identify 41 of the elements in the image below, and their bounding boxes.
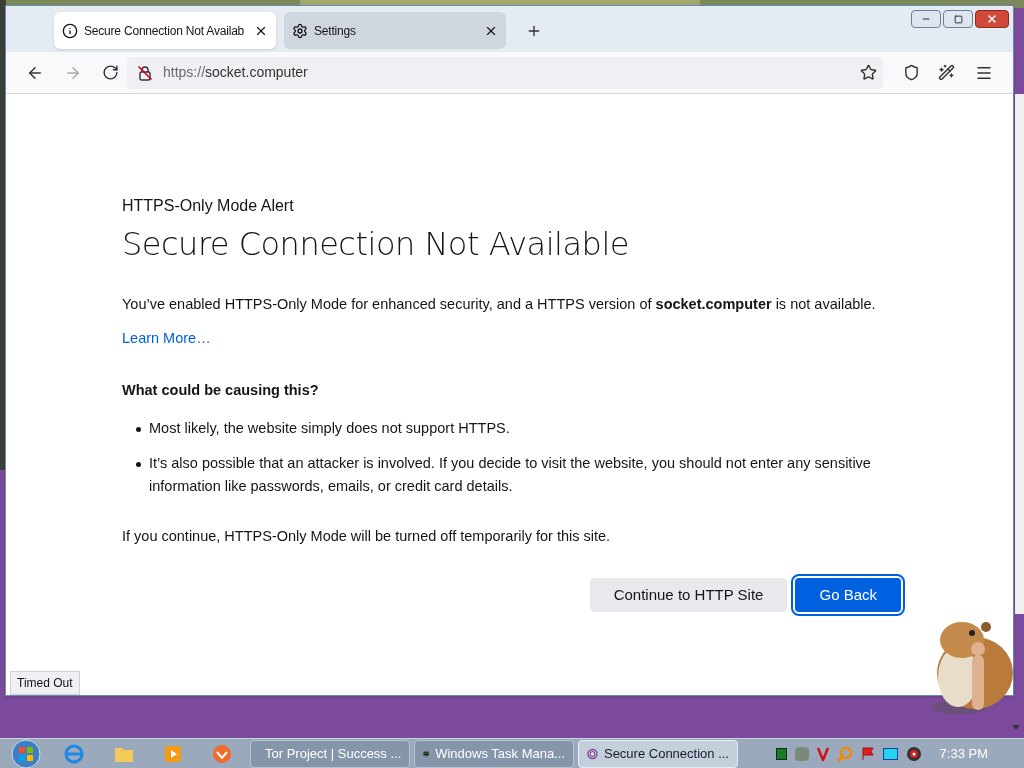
note-text: If you continue, HTTPS-Only Mode will be turned off temporarily for this site. bbox=[122, 527, 612, 547]
insecure-lock-icon[interactable] bbox=[137, 64, 153, 81]
minimize-button[interactable] bbox=[911, 10, 941, 28]
reload-icon[interactable] bbox=[102, 64, 119, 81]
url-text: https://socket.computer bbox=[163, 63, 309, 82]
tab-title: Secure Connection Not Availab bbox=[84, 22, 246, 40]
continue-button[interactable]: Continue to HTTP Site bbox=[589, 578, 788, 612]
status-text: Timed Out bbox=[10, 671, 80, 695]
learn-more-link[interactable]: Learn More… bbox=[122, 327, 211, 350]
broom-icon[interactable] bbox=[938, 64, 955, 81]
bullet-icon bbox=[136, 427, 141, 433]
screen-icon[interactable] bbox=[882, 747, 898, 760]
taskbar-label: Windows Task Mana... bbox=[435, 744, 565, 763]
close-icon bbox=[986, 13, 998, 25]
maximize-icon bbox=[953, 14, 963, 24]
section-heading: What could be causing this? bbox=[122, 380, 320, 400]
taskbar-button[interactable]: Secure Connection ... bbox=[578, 739, 738, 768]
fox-icon[interactable] bbox=[212, 743, 232, 764]
info-icon bbox=[62, 22, 78, 39]
taskbar-label: Tor Project | Success ... bbox=[265, 744, 402, 763]
page-title: Secure Connection Not Available bbox=[122, 224, 630, 265]
clock-time: 7:33 PM bbox=[939, 744, 988, 763]
close-button[interactable] bbox=[975, 10, 1009, 28]
new-tab-icon[interactable] bbox=[526, 23, 542, 39]
cause-text: Most likely, the website simply does not support HTTPS. bbox=[149, 419, 510, 439]
gear-icon bbox=[292, 22, 308, 39]
maximize-button[interactable] bbox=[943, 10, 973, 28]
browser-tab[interactable]: Secure Connection Not Availab bbox=[54, 12, 276, 49]
cause-text: It’s also possible that an attacker is involved. If you decide to visit the website, you should not enter any sensitive information like passwords, emails, or credit card details. bbox=[149, 454, 872, 497]
speaker-icon[interactable] bbox=[905, 745, 922, 762]
taskbar-label: Secure Connection ... bbox=[603, 744, 729, 763]
shield-icon[interactable] bbox=[903, 64, 920, 81]
bullet-icon bbox=[136, 462, 141, 468]
intro-text: You’ve enabled HTTPS-Only Mode for enhanced security, and a HTTPS version of socket.computer is not available. bbox=[122, 295, 877, 314]
bookmark-star-icon[interactable] bbox=[860, 64, 877, 81]
flag-icon[interactable] bbox=[860, 746, 875, 761]
address-bar[interactable]: https://socket.computer bbox=[127, 56, 883, 89]
browser-tab[interactable]: Settings bbox=[284, 12, 506, 49]
tab-title: Settings bbox=[314, 22, 357, 40]
alert-label: HTTPS-Only Mode Alert bbox=[122, 196, 295, 216]
tray-icon[interactable] bbox=[775, 747, 787, 760]
